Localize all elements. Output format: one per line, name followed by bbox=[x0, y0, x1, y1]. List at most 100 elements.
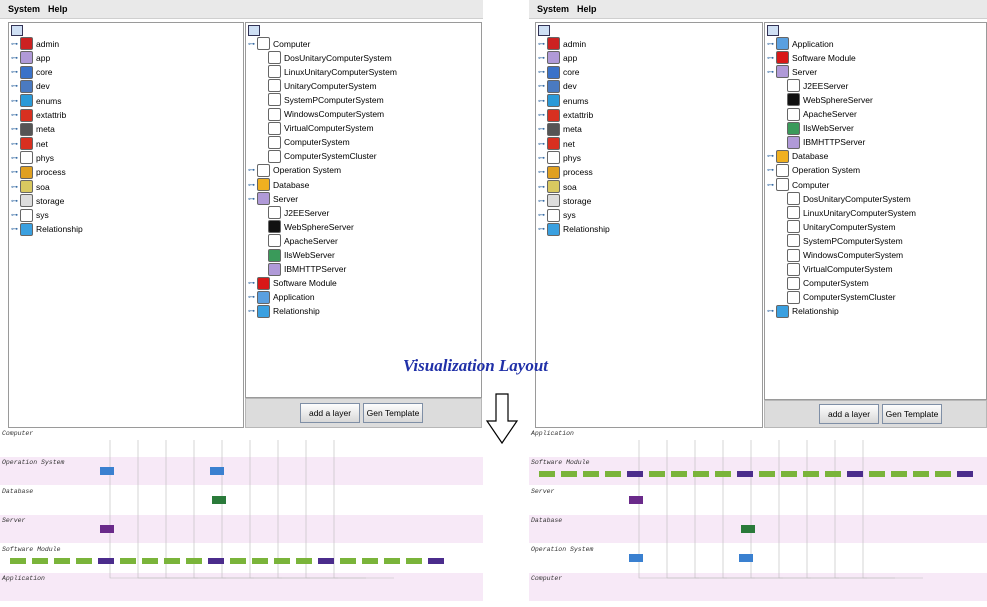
software-module-node[interactable] bbox=[583, 471, 599, 477]
class-tree-item[interactable]: DosUnitaryComputerSystem bbox=[268, 51, 392, 65]
expand-toggle-icon[interactable]: ⊶ bbox=[538, 68, 545, 76]
expand-toggle-icon[interactable]: ⊶ bbox=[767, 181, 774, 189]
expand-toggle-icon[interactable]: ⊶ bbox=[538, 211, 545, 219]
expand-toggle-icon[interactable]: ⊶ bbox=[11, 125, 18, 133]
expand-toggle-icon[interactable]: ⊶ bbox=[538, 225, 545, 233]
menu-system[interactable]: System bbox=[8, 4, 40, 14]
expand-toggle-icon[interactable]: ⊶ bbox=[538, 111, 545, 119]
class-tree-item[interactable]: ⊶ Application bbox=[248, 290, 315, 304]
package-item[interactable]: ⊶ soa bbox=[538, 180, 577, 193]
software-module-node[interactable] bbox=[957, 471, 973, 477]
class-tree-item[interactable]: IBMHTTPServer bbox=[787, 135, 865, 149]
right-package-tree[interactable]: ⊶ admin ⊶ app ⊶ core ⊶ dev ⊶ enums ⊶ extattrib ⊶ meta… bbox=[535, 22, 763, 428]
menu-system[interactable]: System bbox=[537, 4, 569, 14]
class-tree-item[interactable]: SystemPComputerSystem bbox=[268, 93, 384, 107]
expand-toggle-icon[interactable]: ⊶ bbox=[538, 54, 545, 62]
expand-toggle-icon[interactable]: ⊶ bbox=[767, 166, 774, 174]
package-item[interactable]: ⊶ app bbox=[538, 51, 577, 65]
package-item[interactable]: ⊶ storage bbox=[11, 194, 64, 208]
gen-template-button[interactable]: Gen Template bbox=[882, 404, 942, 424]
software-module-node[interactable] bbox=[76, 558, 92, 564]
component-node[interactable] bbox=[100, 467, 114, 475]
software-module-node[interactable] bbox=[715, 471, 731, 477]
expand-toggle-icon[interactable]: ⊶ bbox=[767, 40, 774, 48]
expand-toggle-icon[interactable]: ⊶ bbox=[11, 225, 18, 233]
software-module-node[interactable] bbox=[252, 558, 268, 564]
expand-toggle-icon[interactable]: ⊶ bbox=[11, 54, 18, 62]
class-tree-item[interactable]: ⊶ Computer bbox=[767, 178, 829, 191]
package-item[interactable]: ⊶ meta bbox=[538, 122, 582, 136]
expand-toggle-icon[interactable]: ⊶ bbox=[248, 40, 255, 48]
expand-toggle-icon[interactable]: ⊶ bbox=[11, 211, 18, 219]
add-layer-button[interactable]: add a layer bbox=[819, 404, 879, 424]
expand-toggle-icon[interactable]: ⊶ bbox=[248, 279, 255, 287]
add-layer-button[interactable]: add a layer bbox=[300, 403, 360, 423]
software-module-node[interactable] bbox=[759, 471, 775, 477]
software-module-node[interactable] bbox=[869, 471, 885, 477]
package-item[interactable]: ⊶ Relationship bbox=[538, 222, 610, 236]
class-tree-item[interactable]: WebSphereServer bbox=[787, 93, 873, 107]
software-module-node[interactable] bbox=[891, 471, 907, 477]
software-module-node[interactable] bbox=[428, 558, 444, 564]
expand-toggle-icon[interactable]: ⊶ bbox=[538, 168, 545, 176]
software-module-node[interactable] bbox=[384, 558, 400, 564]
software-module-node[interactable] bbox=[561, 471, 577, 477]
expand-toggle-icon[interactable]: ⊶ bbox=[538, 125, 545, 133]
software-module-node[interactable] bbox=[803, 471, 819, 477]
menu-help[interactable]: Help bbox=[48, 4, 68, 14]
class-tree-item[interactable]: VirtualComputerSystem bbox=[787, 262, 893, 276]
expand-toggle-icon[interactable]: ⊶ bbox=[11, 197, 18, 205]
expand-toggle-icon[interactable]: ⊶ bbox=[767, 54, 774, 62]
software-module-node[interactable] bbox=[208, 558, 224, 564]
class-tree-item[interactable]: ⊶ Database bbox=[767, 149, 828, 163]
class-tree-item[interactable]: WindowsComputerSystem bbox=[787, 248, 903, 262]
class-tree-item[interactable]: ⊶ Application bbox=[767, 37, 834, 50]
class-tree-item[interactable]: ⊶ Operation System bbox=[767, 163, 860, 177]
expand-toggle-icon[interactable]: ⊶ bbox=[538, 140, 545, 148]
class-tree-item[interactable]: ⊶ Relationship bbox=[248, 304, 320, 318]
expand-toggle-icon[interactable]: ⊶ bbox=[538, 154, 545, 162]
class-tree-item[interactable]: IlsWebServer bbox=[268, 248, 335, 262]
package-item[interactable]: ⊶ admin bbox=[538, 37, 586, 50]
software-module-node[interactable] bbox=[406, 558, 422, 564]
expand-toggle-icon[interactable]: ⊶ bbox=[767, 68, 774, 76]
expand-toggle-icon[interactable]: ⊶ bbox=[11, 168, 18, 176]
expand-toggle-icon[interactable]: ⊶ bbox=[11, 68, 18, 76]
class-tree-item[interactable]: ComputerSystemCluster bbox=[787, 290, 896, 304]
class-tree-item[interactable]: J2EEServer bbox=[268, 206, 329, 220]
package-item[interactable]: ⊶ dev bbox=[538, 79, 577, 93]
expand-toggle-icon[interactable]: ⊶ bbox=[767, 307, 774, 315]
software-module-node[interactable] bbox=[32, 558, 48, 564]
class-tree-item[interactable]: WindowsComputerSystem bbox=[268, 107, 384, 121]
right-class-tree[interactable]: ⊶ Application ⊶ Software Module ⊶ Server J2EES… bbox=[764, 22, 987, 400]
class-tree-item[interactable]: WebSphereServer bbox=[268, 220, 354, 234]
class-tree-item[interactable]: VirtualComputerSystem bbox=[268, 121, 374, 135]
software-module-node[interactable] bbox=[605, 471, 621, 477]
package-item[interactable]: ⊶ sys bbox=[11, 208, 49, 222]
software-module-node[interactable] bbox=[318, 558, 334, 564]
software-module-node[interactable] bbox=[825, 471, 841, 477]
left-class-tree[interactable]: ⊶ Computer DosUnitaryComputerSystem LinuxUn… bbox=[245, 22, 482, 398]
package-item[interactable]: ⊶ soa bbox=[11, 180, 50, 193]
package-item[interactable]: ⊶ meta bbox=[11, 122, 55, 136]
expand-toggle-icon[interactable]: ⊶ bbox=[11, 154, 18, 162]
package-item[interactable]: ⊶ process bbox=[538, 165, 593, 179]
class-tree-item[interactable]: ⊶ Operation System bbox=[248, 163, 341, 177]
software-module-node[interactable] bbox=[274, 558, 290, 564]
expand-toggle-icon[interactable]: ⊶ bbox=[11, 40, 18, 48]
software-module-node[interactable] bbox=[539, 471, 555, 477]
expand-toggle-icon[interactable]: ⊶ bbox=[538, 197, 545, 205]
expand-toggle-icon[interactable]: ⊶ bbox=[538, 183, 545, 191]
expand-toggle-icon[interactable]: ⊶ bbox=[11, 82, 18, 90]
class-tree-item[interactable]: IBMHTTPServer bbox=[268, 262, 346, 276]
software-module-node[interactable] bbox=[913, 471, 929, 477]
package-item[interactable]: ⊶ admin bbox=[11, 37, 59, 50]
software-module-node[interactable] bbox=[847, 471, 863, 477]
component-node[interactable] bbox=[210, 467, 224, 475]
component-node[interactable] bbox=[629, 496, 643, 504]
class-tree-item[interactable]: ⊶ Software Module bbox=[767, 51, 856, 65]
class-tree-item[interactable]: IlsWebServer bbox=[787, 121, 854, 135]
software-module-node[interactable] bbox=[781, 471, 797, 477]
component-node[interactable] bbox=[212, 496, 226, 504]
package-item[interactable]: ⊶ phys bbox=[11, 151, 54, 165]
